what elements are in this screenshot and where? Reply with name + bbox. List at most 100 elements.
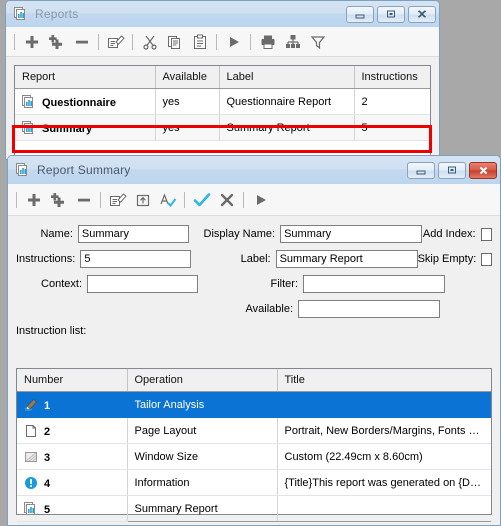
- list-item[interactable]: 1 Tailor Analysis: [17, 391, 491, 418]
- instruction-number-text: 5: [44, 503, 51, 516]
- report-summary-restore-button[interactable]: [438, 161, 466, 179]
- list-item[interactable]: 3 Window Size Custom (22.49cm x 8.60cm): [17, 443, 491, 470]
- instructions-cell: 5: [354, 114, 430, 141]
- report-summary-minimize-button[interactable]: [407, 161, 435, 179]
- column-header-operation[interactable]: Operation: [127, 369, 278, 392]
- report-name-text: Summary: [42, 122, 93, 135]
- instruction-number-cell: 2: [17, 417, 128, 444]
- report-summary-title: Report Summary: [37, 163, 131, 177]
- table-row[interactable]: Questionnaire yes Questionnaire Report 2: [15, 88, 430, 115]
- filter-input[interactable]: [303, 275, 445, 293]
- toolbar-separator: [212, 29, 221, 55]
- scissors-icon[interactable]: [137, 29, 162, 55]
- table-row[interactable]: Summary yes Summary Report 5: [15, 114, 430, 141]
- spellcheck-icon[interactable]: [155, 187, 180, 213]
- instructions-cell: 2: [354, 88, 430, 115]
- report-summary-toolbar: [8, 184, 500, 216]
- context-label: Context:: [41, 278, 82, 290]
- toolbar-separator: [239, 187, 248, 213]
- available-label: Available:: [245, 303, 294, 315]
- toolbar-separator: [12, 187, 21, 213]
- cross-icon[interactable]: [214, 187, 239, 213]
- reports-icon: [16, 163, 30, 177]
- paste-icon[interactable]: [187, 29, 212, 55]
- remove-button[interactable]: [69, 29, 94, 55]
- reports-window: Reports Report Available Label Instructi…: [5, 0, 440, 160]
- remove-button[interactable]: [71, 187, 96, 213]
- checkmark-icon[interactable]: [189, 187, 214, 213]
- reports-table[interactable]: Report Available Label Instructions Ques…: [14, 65, 431, 159]
- filter-label: Filter:: [270, 278, 299, 290]
- skip-empty-checkbox[interactable]: [481, 252, 492, 266]
- toolbar-separator: [128, 29, 137, 55]
- display-name-label: Display Name:: [203, 228, 276, 240]
- instruction-title-cell: {Title}This report was generated on {Dat…: [277, 469, 491, 496]
- reports-close-button[interactable]: [408, 5, 436, 23]
- instruction-operation-cell: Window Size: [127, 443, 278, 470]
- tailor-analysis-icon: [24, 398, 38, 412]
- instruction-operation-cell: Page Layout: [127, 417, 278, 444]
- report-icon: [22, 94, 36, 109]
- column-header-number[interactable]: Number: [17, 369, 128, 392]
- edit-pencil-icon[interactable]: [105, 187, 130, 213]
- play-icon[interactable]: [248, 187, 273, 213]
- reports-titlebar[interactable]: Reports: [6, 1, 439, 27]
- display-name-input[interactable]: [280, 225, 423, 243]
- list-item[interactable]: 4 Information {Title}This report was gen…: [17, 469, 491, 496]
- instruction-operation-cell: Summary Report: [127, 495, 278, 522]
- instruction-number-cell: 1: [17, 391, 128, 418]
- instruction-number-cell: 3: [17, 443, 128, 470]
- funnel-icon[interactable]: [305, 29, 330, 55]
- column-header-available[interactable]: Available: [155, 66, 220, 89]
- report-name-text: Questionnaire: [42, 96, 116, 109]
- list-item[interactable]: 2 Page Layout Portrait, New Borders/Marg…: [17, 417, 491, 444]
- report-summary-window: Report Summary Name: Summary Display Nam…: [7, 155, 501, 526]
- add-child-button[interactable]: [46, 187, 71, 213]
- name-label: Name:: [40, 228, 73, 240]
- move-up-folder-icon[interactable]: [130, 187, 155, 213]
- instruction-title-cell: Portrait, New Borders/Margins, Fonts ch…: [277, 417, 491, 444]
- window-size-icon: [24, 450, 38, 464]
- name-input[interactable]: [77, 225, 189, 243]
- add-child-button[interactable]: [44, 29, 69, 55]
- copy-icon[interactable]: [162, 29, 187, 55]
- instruction-list-header: Number Operation Title: [17, 369, 491, 392]
- add-button[interactable]: [21, 187, 46, 213]
- label-input[interactable]: [275, 250, 418, 268]
- reports-table-header: Report Available Label Instructions: [15, 66, 430, 89]
- instruction-title-cell: Custom (22.49cm x 8.60cm): [277, 443, 491, 470]
- column-header-label[interactable]: Label: [219, 66, 355, 89]
- add-button[interactable]: [19, 29, 44, 55]
- page-icon: [24, 424, 38, 438]
- add-index-checkbox[interactable]: [480, 227, 492, 241]
- play-icon[interactable]: [221, 29, 246, 55]
- toolbar-separator: [96, 187, 105, 213]
- context-input[interactable]: [87, 275, 198, 293]
- printer-icon[interactable]: [255, 29, 280, 55]
- reports-minimize-button[interactable]: [346, 5, 374, 23]
- report-summary-close-button[interactable]: [469, 161, 497, 179]
- instructions-input[interactable]: [80, 250, 192, 268]
- edit-pencil-icon[interactable]: [103, 29, 128, 55]
- column-header-report[interactable]: Report: [15, 66, 156, 89]
- list-item[interactable]: 5 Summary Report: [17, 495, 491, 522]
- form-row-available: Available:: [16, 300, 492, 318]
- instruction-number-text: 3: [44, 451, 51, 464]
- column-header-title[interactable]: Title: [277, 369, 491, 392]
- instruction-title-cell: [277, 391, 491, 418]
- available-input[interactable]: [298, 300, 440, 318]
- hierarchy-icon[interactable]: [280, 29, 305, 55]
- reports-title: Reports: [35, 7, 79, 21]
- label-cell: Questionnaire Report: [219, 88, 355, 115]
- toolbar-separator: [10, 29, 19, 55]
- report-summary-window-frame: Report Summary Name: Summary Display Nam…: [7, 155, 501, 526]
- label-field-label: Label:: [240, 253, 271, 265]
- reports-restore-button[interactable]: [377, 5, 405, 23]
- label-cell: Summary Report: [219, 114, 355, 141]
- instruction-list-table[interactable]: Number Operation Title 1 Tailor Analysis…: [16, 368, 492, 522]
- report-summary-titlebar[interactable]: Report Summary: [8, 156, 500, 184]
- instruction-number-text: 1: [44, 399, 51, 412]
- column-header-instructions[interactable]: Instructions: [354, 66, 430, 89]
- report-icon: [22, 120, 36, 135]
- toolbar-separator: [94, 29, 103, 55]
